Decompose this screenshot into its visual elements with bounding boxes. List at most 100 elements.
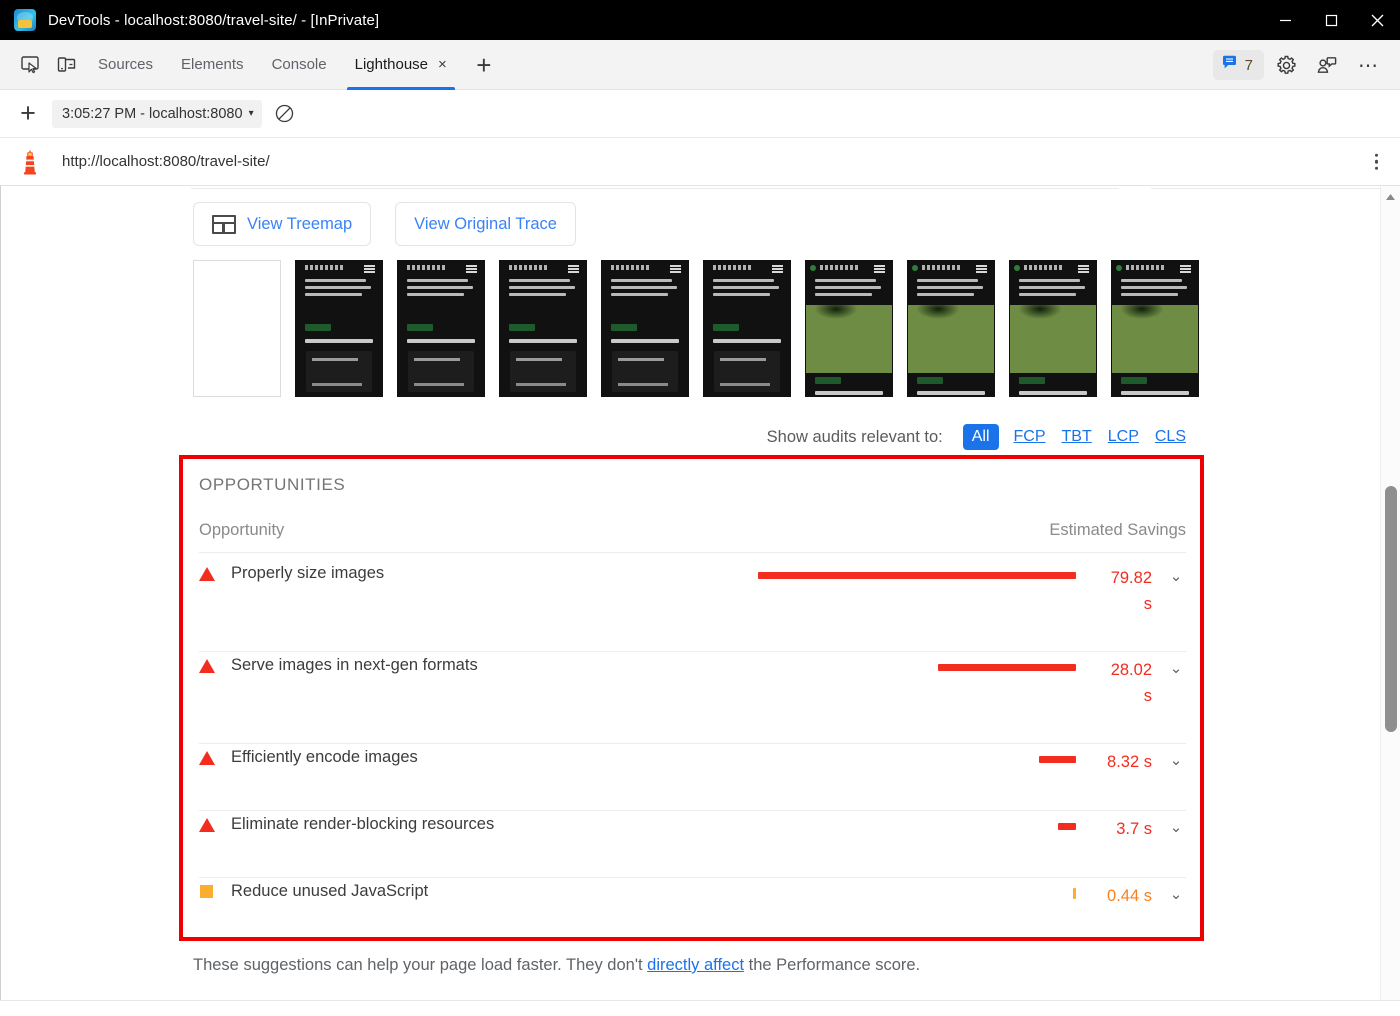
opportunities-section-title: OPPORTUNITIES [199,475,346,494]
savings-bar [1058,822,1076,830]
opportunity-name: Efficiently encode images [231,748,418,766]
filmstrip-frame[interactable] [1009,260,1097,397]
metric-filter-lcp[interactable]: LCP [1107,425,1140,449]
filmstrip-frame[interactable] [295,260,383,397]
frame-subtext [917,391,985,395]
chevron-down-icon[interactable]: ⌄ [1166,817,1186,836]
frame-card [408,351,474,392]
filmstrip-frame[interactable] [703,260,791,397]
filmstrip-frame[interactable] [397,260,485,397]
filmstrip-frame[interactable] [1111,260,1199,397]
table-row[interactable]: Efficiently encode images 8.32 s ⌄ [199,744,1186,811]
add-tab-button[interactable]: + [467,48,501,82]
filmstrip-frame[interactable] [601,260,689,397]
metric-filter-tbt[interactable]: TBT [1061,425,1093,449]
savings-number: 28.02 [1110,661,1152,679]
opportunity-name: Properly size images [231,564,385,582]
opportunities-table-header: Opportunity Estimated Savings [199,521,1186,553]
frame-leaf-icon [810,264,816,271]
run-selector-label: 3:05:27 PM - localhost:8080 [62,105,243,122]
clear-all-icon[interactable] [268,97,302,131]
savings-unit: s [1143,686,1152,705]
feedback-icon[interactable] [1308,48,1344,82]
minimize-icon[interactable] [1262,0,1308,40]
new-report-button[interactable]: + [10,100,46,127]
issues-badge[interactable]: 7 [1212,50,1264,80]
view-treemap-label: View Treemap [247,214,353,233]
scroll-up-arrow-icon[interactable] [1381,188,1400,206]
tab-elements[interactable]: Elements [167,40,258,90]
close-tab-icon[interactable]: × [438,57,447,72]
frame-text [509,279,577,300]
metric-filter-cls[interactable]: CLS [1154,425,1187,449]
scrollbar-thumb[interactable] [1385,486,1397,732]
filmstrip-frame[interactable] [805,260,893,397]
savings-bar-track [756,566,1076,584]
frame-text [1121,279,1189,300]
tab-label: Elements [181,56,244,73]
tab-console[interactable]: Console [258,40,341,90]
savings-value: 28.02 s [1090,658,1152,709]
frame-leaf-icon [1116,264,1122,271]
savings-number: 0.44 s [1107,887,1152,905]
more-tools-icon[interactable]: ⋯ [1348,53,1390,78]
frame-card [510,351,576,392]
frame-subtext [305,339,373,343]
filmstrip-frame[interactable] [907,260,995,397]
table-row[interactable]: Serve images in next-gen formats 28.02 s… [199,652,1186,744]
frame-chip [713,324,739,331]
filmstrip-frame[interactable] [193,260,281,397]
savings-bar-track [756,750,1076,768]
chevron-down-icon[interactable]: ⌄ [1166,884,1186,903]
section-divider [1151,188,1381,189]
section-divider [191,188,1119,189]
close-icon[interactable] [1354,0,1400,40]
gear-icon[interactable] [1268,48,1304,82]
inspect-element-icon[interactable] [12,48,48,82]
opportunities-rows: Properly size images 79.82 s ⌄ Serve ima… [199,560,1186,945]
chevron-down-icon[interactable]: ⌄ [1166,566,1186,585]
frame-leaf-icon [1014,264,1020,271]
frame-logo [820,265,858,270]
issues-icon [1221,54,1238,76]
severity-fail-icon [199,751,215,765]
frame-menu-icon [364,265,375,273]
opportunities-footnote: These suggestions can help your page loa… [193,956,920,975]
table-row[interactable]: Eliminate render-blocking resources 3.7 … [199,811,1186,878]
window-controls [1262,0,1400,40]
table-row[interactable]: Properly size images 79.82 s ⌄ [199,560,1186,652]
frame-subtext [611,339,679,343]
panel-more-options-icon[interactable] [1374,153,1378,170]
report-scroll-content: View Treemap View Original Trace Show au… [1,186,1381,1016]
frame-card [714,351,780,392]
view-treemap-button[interactable]: View Treemap [193,202,372,246]
chevron-down-icon[interactable]: ⌄ [1166,658,1186,677]
savings-value: 79.82 s [1090,566,1152,617]
tab-lighthouse[interactable]: Lighthouse × [341,40,461,90]
frame-chip [815,377,841,384]
edge-devtools-icon [14,9,36,31]
vertical-scrollbar[interactable] [1380,186,1400,1016]
frame-text [611,279,679,300]
device-toolbar-icon[interactable] [48,48,84,82]
frame-hero-photo [908,305,994,373]
directly-affect-link[interactable]: directly affect [647,956,744,974]
chevron-down-icon[interactable]: ⌄ [1166,750,1186,769]
severity-fail-icon [199,818,215,832]
run-selector-dropdown[interactable]: 3:05:27 PM - localhost:8080 ▾ [52,99,262,128]
tab-sources[interactable]: Sources [84,40,167,90]
metric-filter-all[interactable]: All [962,424,999,450]
table-row[interactable]: Reduce unused JavaScript 0.44 s ⌄ [199,878,1186,945]
frame-logo [509,265,547,270]
filmstrip-frame[interactable] [499,260,587,397]
footnote-before: These suggestions can help your page loa… [193,956,648,974]
frame-text [407,279,475,300]
metric-filter-fcp[interactable]: FCP [1013,425,1047,449]
devtools-tabstrip: Sources Elements Console Lighthouse × + … [0,40,1400,90]
savings-bar-track [756,817,1076,835]
window-bottom-strip [0,1000,1400,1016]
savings-value: 3.7 s [1090,817,1152,843]
frame-chip [1019,377,1045,384]
view-original-trace-button[interactable]: View Original Trace [395,202,576,246]
maximize-icon[interactable] [1308,0,1354,40]
